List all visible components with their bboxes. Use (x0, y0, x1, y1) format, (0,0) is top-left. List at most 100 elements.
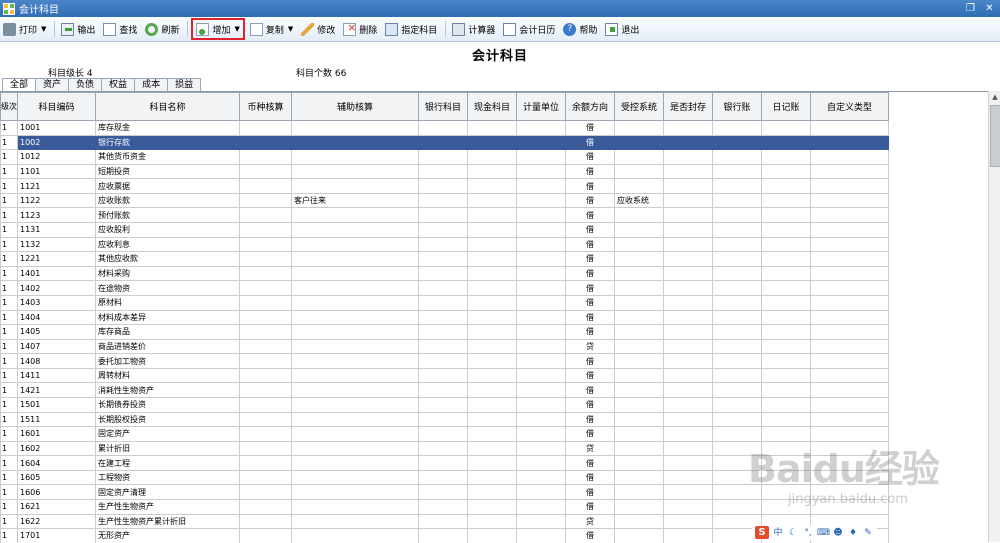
tab-cost[interactable]: 成本 (134, 78, 168, 91)
controlled-system-cell[interactable] (615, 310, 664, 325)
code-cell[interactable]: 1501 (18, 397, 96, 412)
aux-cell[interactable] (292, 237, 419, 252)
balance-direction-cell[interactable]: 借 (566, 470, 615, 485)
aux-cell[interactable] (292, 339, 419, 354)
refresh-button[interactable]: 刷新 (142, 19, 182, 39)
bank-book-cell[interactable] (713, 252, 762, 267)
bank-book-cell[interactable] (713, 368, 762, 383)
cash-account-cell[interactable] (468, 427, 517, 442)
name-cell[interactable]: 长期股权投资 (96, 412, 240, 427)
custom-type-cell[interactable] (811, 121, 889, 136)
balance-direction-cell[interactable]: 借 (566, 383, 615, 398)
name-cell[interactable]: 在建工程 (96, 456, 240, 471)
level-cell[interactable]: 1 (1, 237, 18, 252)
controlled-system-cell[interactable] (615, 150, 664, 165)
unit-cell[interactable] (517, 485, 566, 500)
bank-account-cell[interactable] (419, 339, 468, 354)
calendar-button[interactable]: 会计日历 (500, 19, 558, 39)
bank-book-cell[interactable] (713, 193, 762, 208)
name-cell[interactable]: 固定资产清理 (96, 485, 240, 500)
balance-direction-cell[interactable]: 借 (566, 397, 615, 412)
aux-cell[interactable] (292, 412, 419, 427)
controlled-system-cell[interactable] (615, 339, 664, 354)
level-cell[interactable]: 1 (1, 179, 18, 194)
column-header[interactable]: 银行科目 (419, 93, 468, 121)
column-header[interactable]: 科目编码 (18, 93, 96, 121)
cash-account-cell[interactable] (468, 252, 517, 267)
aux-cell[interactable] (292, 514, 419, 529)
export-button[interactable]: 输出 (58, 19, 98, 39)
punctuation-icon[interactable]: °, (802, 527, 814, 539)
balance-direction-cell[interactable]: 借 (566, 368, 615, 383)
bank-account-cell[interactable] (419, 208, 468, 223)
unit-cell[interactable] (517, 427, 566, 442)
journal-cell[interactable] (762, 179, 811, 194)
sealed-cell[interactable] (664, 179, 713, 194)
journal-cell[interactable] (762, 470, 811, 485)
balance-direction-cell[interactable]: 借 (566, 150, 615, 165)
custom-type-cell[interactable] (811, 412, 889, 427)
controlled-system-cell[interactable] (615, 237, 664, 252)
bank-account-cell[interactable] (419, 500, 468, 515)
bank-account-cell[interactable] (419, 354, 468, 369)
journal-cell[interactable] (762, 208, 811, 223)
cash-account-cell[interactable] (468, 470, 517, 485)
table-row[interactable]: 11221其他应收款借 (1, 252, 889, 267)
table-row[interactable]: 11604在建工程借 (1, 456, 889, 471)
aux-cell[interactable] (292, 470, 419, 485)
unit-cell[interactable] (517, 456, 566, 471)
unit-cell[interactable] (517, 135, 566, 150)
bank-account-cell[interactable] (419, 456, 468, 471)
currency-cell[interactable] (240, 529, 292, 543)
bank-account-cell[interactable] (419, 295, 468, 310)
balance-direction-cell[interactable]: 借 (566, 135, 615, 150)
name-cell[interactable]: 委托加工物资 (96, 354, 240, 369)
bank-book-cell[interactable] (713, 339, 762, 354)
aux-cell[interactable] (292, 368, 419, 383)
level-cell[interactable]: 1 (1, 441, 18, 456)
cash-account-cell[interactable] (468, 135, 517, 150)
name-cell[interactable]: 预付账款 (96, 208, 240, 223)
unit-cell[interactable] (517, 295, 566, 310)
aux-cell[interactable] (292, 150, 419, 165)
controlled-system-cell[interactable] (615, 281, 664, 296)
bank-book-cell[interactable] (713, 485, 762, 500)
restore-window-button[interactable]: ❐ (964, 2, 977, 15)
cash-account-cell[interactable] (468, 441, 517, 456)
table-row[interactable]: 11123预付账款借 (1, 208, 889, 223)
code-cell[interactable]: 1403 (18, 295, 96, 310)
sealed-cell[interactable] (664, 368, 713, 383)
currency-cell[interactable] (240, 485, 292, 500)
code-cell[interactable]: 1605 (18, 470, 96, 485)
journal-cell[interactable] (762, 427, 811, 442)
aux-cell[interactable] (292, 121, 419, 136)
code-cell[interactable]: 1123 (18, 208, 96, 223)
controlled-system-cell[interactable] (615, 441, 664, 456)
bank-book-cell[interactable] (713, 208, 762, 223)
balance-direction-cell[interactable]: 贷 (566, 441, 615, 456)
controlled-system-cell[interactable] (615, 397, 664, 412)
bank-account-cell[interactable] (419, 325, 468, 340)
journal-cell[interactable] (762, 295, 811, 310)
unit-cell[interactable] (517, 310, 566, 325)
cash-account-cell[interactable] (468, 325, 517, 340)
sealed-cell[interactable] (664, 383, 713, 398)
sealed-cell[interactable] (664, 485, 713, 500)
currency-cell[interactable] (240, 514, 292, 529)
level-cell[interactable]: 1 (1, 135, 18, 150)
controlled-system-cell[interactable] (615, 252, 664, 267)
currency-cell[interactable] (240, 383, 292, 398)
bank-book-cell[interactable] (713, 150, 762, 165)
sealed-cell[interactable] (664, 295, 713, 310)
cash-account-cell[interactable] (468, 397, 517, 412)
table-row[interactable]: 11421消耗性生物资产借 (1, 383, 889, 398)
currency-cell[interactable] (240, 252, 292, 267)
balance-direction-cell[interactable]: 借 (566, 500, 615, 515)
controlled-system-cell[interactable] (615, 164, 664, 179)
controlled-system-cell[interactable] (615, 325, 664, 340)
level-cell[interactable]: 1 (1, 295, 18, 310)
cash-account-cell[interactable] (468, 339, 517, 354)
table-row[interactable]: 11407商品进销差价贷 (1, 339, 889, 354)
controlled-system-cell[interactable] (615, 412, 664, 427)
aux-cell[interactable] (292, 529, 419, 543)
